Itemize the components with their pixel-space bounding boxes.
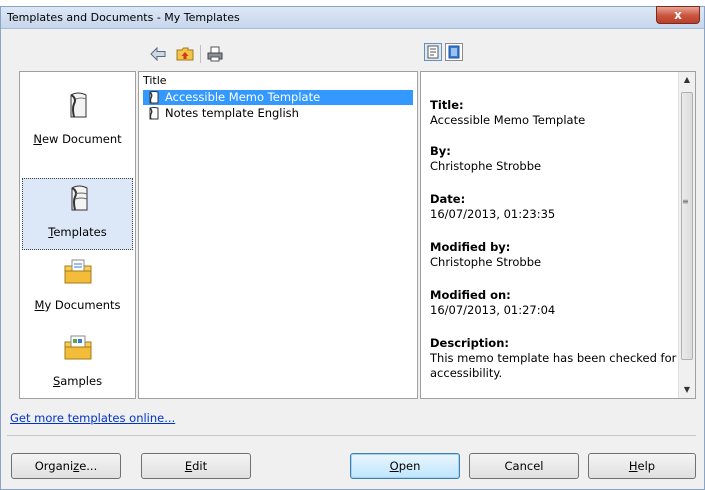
property-author: By: Christophe Strobbe [430, 144, 542, 173]
document-properties-icon [448, 45, 460, 59]
sidebar-item-label: Samples [52, 374, 103, 388]
document-preview-view-button[interactable] [424, 43, 442, 61]
sidebar-item-templates[interactable]: Templates [22, 178, 133, 250]
list-item[interactable]: Notes template English [143, 106, 413, 121]
document-properties-view-button[interactable] [445, 43, 463, 61]
property-description: Description: This memo template has been… [430, 336, 677, 380]
sidebar-item-label: My Documents [34, 298, 121, 312]
my-documents-folder-icon [64, 259, 92, 284]
property-date: Date: 16/07/2013, 01:23:35 [430, 192, 556, 221]
template-list: Title Accessible Memo Template Notes tem… [138, 71, 418, 399]
property-modified-by: Modified by: Christophe Strobbe [430, 240, 542, 269]
window-title: Templates and Documents - My Templates [7, 11, 240, 24]
get-more-templates-link[interactable]: Get more templates online... [10, 411, 175, 425]
open-button[interactable]: Open [350, 453, 460, 479]
document-preview-icon [427, 45, 439, 59]
toolbar [1, 31, 704, 67]
scroll-grip-icon: ≡ [682, 197, 689, 206]
close-button[interactable]: x [656, 6, 700, 24]
preview-scrollbar[interactable]: ▲ ≡ ▼ [678, 72, 695, 398]
templates-icon [71, 185, 88, 211]
organize-button[interactable]: Organize... [11, 453, 121, 479]
print-icon[interactable] [206, 45, 224, 63]
sidebar-item-label: New Document [33, 132, 122, 146]
sidebar-item-samples[interactable]: Samples [22, 328, 133, 400]
document-properties-panel: Title: Accessible Memo Template By: Christ… [420, 71, 696, 399]
scroll-up-icon[interactable]: ▲ [679, 72, 695, 88]
scroll-down-icon[interactable]: ▼ [679, 382, 695, 398]
scroll-thumb[interactable] [681, 92, 693, 360]
property-modified-on: Modified on: 16/07/2013, 01:27:04 [430, 288, 556, 317]
toolbar-separator [200, 45, 201, 63]
help-button[interactable]: Help [588, 453, 696, 479]
new-document-icon [70, 92, 87, 118]
cancel-button[interactable]: Cancel [469, 453, 579, 479]
list-item[interactable]: Accessible Memo Template [143, 90, 413, 105]
title-bar[interactable]: Templates and Documents - My Templates x [1, 6, 704, 29]
template-file-icon [149, 107, 159, 120]
samples-folder-icon [64, 335, 92, 360]
sidebar-item-new-document[interactable]: New Document [22, 86, 133, 158]
back-icon[interactable] [149, 45, 167, 63]
folder-up-icon[interactable] [176, 45, 194, 63]
templates-dialog: Templates and Documents - My Templates x [0, 6, 705, 490]
category-sidebar: New Document Templates My Documents Samp… [19, 71, 136, 399]
column-header-title[interactable]: Title [143, 74, 167, 87]
sidebar-item-label: Templates [48, 225, 107, 239]
sidebar-item-my-documents[interactable]: My Documents [22, 252, 133, 324]
template-file-icon [149, 91, 159, 104]
property-title: Title: Accessible Memo Template [430, 98, 586, 127]
edit-button[interactable]: Edit [141, 453, 251, 479]
separator [7, 435, 696, 436]
